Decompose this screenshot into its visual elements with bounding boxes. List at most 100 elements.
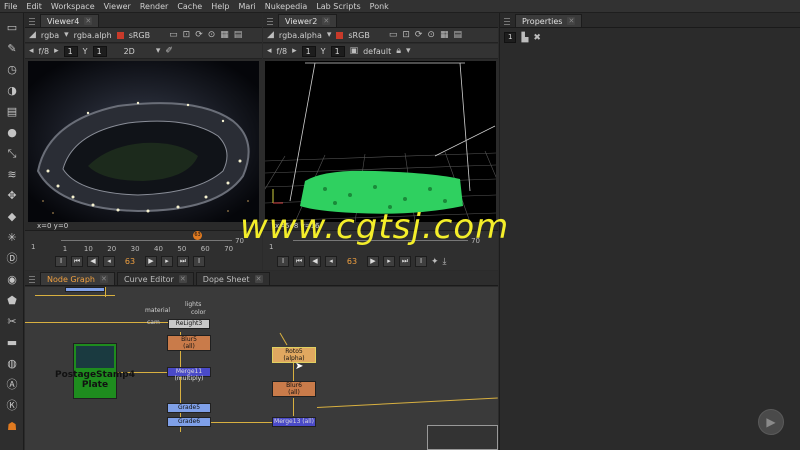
close-icon[interactable]: ✕ [322,17,331,25]
node-merge11[interactable]: Merge11 (multiply) [167,367,211,382]
node-grade5[interactable]: Grade5 [167,403,211,413]
node-relight3[interactable]: ReLight3 [168,319,210,329]
deep-icon[interactable]: Ⓓ [5,252,19,266]
other-icon[interactable]: ▬ [5,336,19,350]
timeline-ruler[interactable]: 63 [61,231,232,241]
clock-icon[interactable]: ◷ [5,63,19,77]
grid-icon[interactable]: ▦ [220,30,229,40]
tab-viewer2[interactable]: Viewer2 ✕ [278,14,338,27]
camera-icon[interactable]: ▣ [350,46,359,56]
compare-icon[interactable]: ▭ [389,30,398,40]
chevron-down-icon[interactable]: ▾ [156,46,161,56]
out-point-button[interactable]: I [193,256,205,267]
fstop-label[interactable]: f/8 [39,47,50,56]
viewer2-3d-view[interactable] [265,61,496,222]
roi-icon[interactable]: ⊡ [402,30,410,40]
current-frame-field[interactable]: 63 [119,257,141,266]
node-roto5[interactable]: Roto5 (alpha) [272,347,316,363]
pause-icon[interactable]: ⊙ [208,30,216,40]
menu-render[interactable]: Render [140,2,168,11]
step-back-button[interactable]: ◂ [103,256,115,267]
play-forward-button[interactable]: ▶ [367,256,379,267]
arrow-icon[interactable]: ◢ [29,30,36,40]
image-icon[interactable]: ▭ [5,21,19,35]
tab-viewer4[interactable]: Viewer4 ✕ [40,14,100,27]
colorspace-dropdown[interactable]: sRGB [348,31,369,40]
viewer4-image[interactable] [28,61,259,222]
max-panels-field[interactable]: 1 [504,32,517,43]
node-top[interactable] [65,287,105,292]
play-forward-button[interactable]: ▶ [145,256,157,267]
play-overlay-icon[interactable]: ▶ [758,409,784,435]
merge-icon[interactable]: ● [5,126,19,140]
brush-icon[interactable]: ✎ [5,42,19,56]
close-icon[interactable]: ✕ [84,17,93,25]
gain-field[interactable]: 1 [301,45,316,57]
menu-workspace[interactable]: Workspace [51,2,95,11]
particles-icon[interactable]: ✳ [5,231,19,245]
roi-icon[interactable]: ⊡ [183,30,191,40]
menu-file[interactable]: File [4,2,17,11]
prev-key-button[interactable]: ◀ [87,256,99,267]
next-key-button[interactable]: ▸ [383,256,395,267]
record-icon[interactable] [116,31,124,39]
close-icon[interactable]: ✕ [567,17,576,25]
playhead[interactable]: 63 [193,231,202,240]
viewer4-timeline[interactable]: 1 63 70 1 10 20 30 40 50 60 70 I ⏮ ◀ ◂ 6… [25,230,262,270]
gamma-field[interactable]: 1 [92,45,107,57]
overscan-icon[interactable]: ▤ [234,30,243,40]
tag-icon[interactable]: ⬟ [5,294,19,308]
first-frame-button[interactable]: ⏮ [293,256,305,267]
gamma-field[interactable]: 1 [330,45,345,57]
close-icon[interactable]: ✕ [178,275,187,283]
plugin-icon[interactable]: ◍ [5,357,19,371]
menu-mari[interactable]: Mari [238,2,255,11]
pencil-icon[interactable]: ✐ [165,46,173,56]
eye-icon[interactable]: ◉ [5,273,19,287]
tab-dope-sheet[interactable]: Dope Sheet ✕ [195,272,270,285]
current-frame-field[interactable]: 63 [341,257,363,266]
menu-lab-scripts[interactable]: Lab Scripts [316,2,360,11]
close-icon[interactable]: ✕ [99,275,108,283]
export-icon[interactable]: ⤓ [443,257,447,267]
grid-icon[interactable]: ▦ [440,30,449,40]
tools-icon[interactable]: ✂ [5,315,19,329]
in-point-button[interactable]: I [55,256,67,267]
close-icon[interactable]: ✕ [254,275,263,283]
record-icon[interactable] [336,31,344,39]
node-blur5[interactable]: Blur5 (all) [167,335,211,351]
menu-nukepedia[interactable]: Nukepedia [265,2,308,11]
in-point-button[interactable]: I [277,256,289,267]
ponk-icon[interactable]: ☗ [5,420,19,434]
refresh-icon[interactable]: ⟳ [415,30,423,40]
lock-icon[interactable]: ▙ [521,33,528,43]
lock-icon[interactable]: 🔒︎ [396,46,401,56]
play-icon[interactable]: ▸ [292,46,297,56]
node-graph-canvas[interactable]: material lights color cam ReLight3 Blur5… [25,287,498,450]
view-mode-dropdown[interactable]: 2D [124,47,135,56]
arrow-icon[interactable]: ◢ [267,30,274,40]
panel-grip[interactable] [29,274,35,283]
first-frame-button[interactable]: ⏮ [71,256,83,267]
arrow-icon[interactable]: ◂ [29,46,34,56]
menu-help[interactable]: Help [211,2,229,11]
transform-icon[interactable]: ⤡ [5,147,19,161]
node-postage-stamp[interactable]: PostageStamp4 Plate [55,343,135,399]
last-frame-button[interactable]: ⏭ [399,256,411,267]
arrow-icon[interactable]: ◂ [267,46,272,56]
circle-a-icon[interactable]: Ⓐ [5,378,19,392]
color-icon[interactable]: ◑ [5,84,19,98]
tab-properties[interactable]: Properties ✕ [515,14,583,27]
navigator-minimap[interactable] [427,425,498,450]
tab-curve-editor[interactable]: Curve Editor ✕ [116,272,194,285]
refresh-icon[interactable]: ⟳ [195,30,203,40]
channel-icon[interactable]: ▤ [5,105,19,119]
play-icon[interactable]: ▸ [54,46,59,56]
menu-cache[interactable]: Cache [177,2,202,11]
overscan-icon[interactable]: ▤ [453,30,462,40]
pause-icon[interactable]: ⊙ [427,30,435,40]
layer-dropdown[interactable]: rgba.alph [74,31,112,40]
panel-grip[interactable] [267,16,273,25]
out-point-button[interactable]: I [415,256,427,267]
chevron-down-icon[interactable]: ▾ [406,46,411,56]
